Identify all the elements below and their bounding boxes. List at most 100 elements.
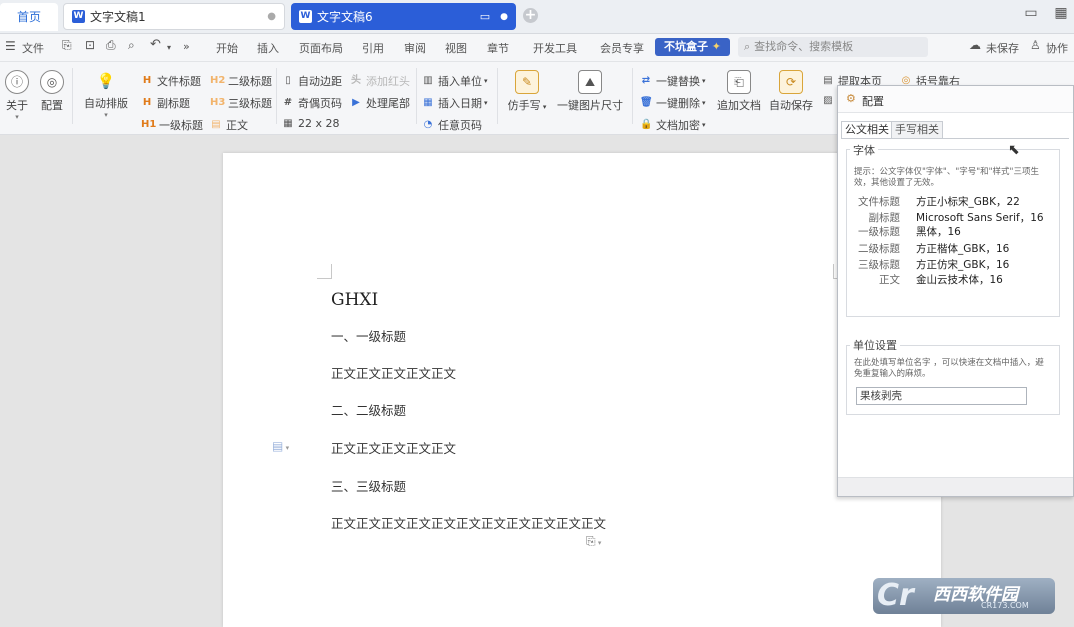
auto-layout-dropdown-icon: ▾ xyxy=(104,111,108,119)
tab-handwriting[interactable]: 手写相关 xyxy=(891,121,943,139)
unit-name-input[interactable]: 果核剥壳 xyxy=(856,387,1027,405)
insert-unit-button[interactable]: ▥ 插入单位 ▾ xyxy=(422,73,488,89)
imitate-handwriting-button[interactable]: ✎ 仿手写 ▾ xyxy=(505,70,549,113)
command-search-input[interactable]: ⌕ 查找命令、搜索模板 xyxy=(738,37,928,57)
tab-doc2[interactable]: W 文字文稿6 ▭ ● xyxy=(291,3,516,30)
font-value[interactable]: 金山云技术体，16 xyxy=(916,272,1003,287)
hash-icon: # xyxy=(283,97,293,108)
tab-close-dot-icon[interactable]: ● xyxy=(500,12,508,22)
config-label: 配置 xyxy=(41,99,63,112)
tail-marker-icon: ▶ xyxy=(352,97,360,108)
calendar-icon: ▦ xyxy=(423,97,433,108)
dropdown-icon: ▾ xyxy=(702,121,706,129)
menu-item-review[interactable]: 审阅 xyxy=(404,40,426,56)
menu-item-box-tab[interactable]: 不坑盒子 ✦ xyxy=(655,38,730,56)
font-value[interactable]: Microsoft Sans Serif，16 xyxy=(916,210,1044,225)
image-size-button[interactable]: ⛰ 一键图片尺寸 xyxy=(556,70,624,113)
window-layout-icon[interactable]: ▭ xyxy=(1020,5,1042,21)
body-text-label: 正文 xyxy=(226,119,248,132)
h1-button[interactable]: H1 一级标题 xyxy=(141,117,203,133)
doc-title-text[interactable]: GHXI xyxy=(331,290,378,310)
menu-item-page-layout[interactable]: 页面布局 xyxy=(299,40,343,56)
add-header-button[interactable]: 头添加红头 xyxy=(350,73,410,89)
more-menu-button[interactable]: » xyxy=(183,40,190,53)
menu-item-start[interactable]: 开始 xyxy=(216,40,238,56)
dropdown-icon: ▾ xyxy=(702,99,706,107)
tab-doc1[interactable]: W 文字文稿1 ● xyxy=(63,3,285,30)
sub-title-label: 副标题 xyxy=(157,97,190,110)
print-icon[interactable]: ⎙ xyxy=(106,38,116,53)
imitate-handwriting-label: 仿手写 xyxy=(507,99,541,112)
h2-button[interactable]: H2 二级标题 xyxy=(210,73,272,89)
undo-dropdown-icon[interactable]: ▾ xyxy=(167,43,171,52)
separator xyxy=(72,68,73,124)
menu-item-member[interactable]: 会员专享 xyxy=(600,40,644,56)
about-button[interactable]: ⓘ 关于 ▾ xyxy=(4,70,30,121)
monitor-icon[interactable]: ▭ xyxy=(480,10,490,23)
file-menu[interactable]: 文件 xyxy=(22,40,44,56)
grid-apps-icon[interactable]: ▦ xyxy=(1050,5,1072,21)
config-button[interactable]: ◎ 配置 xyxy=(38,70,66,113)
tab-home[interactable]: 首页 xyxy=(0,3,58,31)
doc-heading-1[interactable]: 一、一级标题 xyxy=(331,326,406,345)
handle-tail-button[interactable]: ▶ 处理尾部 xyxy=(350,95,410,111)
tab-close-dot-icon[interactable]: ● xyxy=(267,11,276,22)
auto-margin-button[interactable]: ▯ 自动边距 xyxy=(282,73,342,89)
doc-heading-3[interactable]: 三、三级标题 xyxy=(331,476,406,495)
paste-options-icon[interactable]: ⎘ ▾ xyxy=(586,534,601,549)
doc-body-3[interactable]: 正文正文正文正文正文正文正文正文正文正文正文 xyxy=(331,513,606,532)
odd-even-page-button[interactable]: # 奇偶页码 xyxy=(282,95,342,111)
menu-item-chapter[interactable]: 章节 xyxy=(487,40,509,56)
menu-item-insert[interactable]: 插入 xyxy=(257,40,279,56)
any-page-number-button[interactable]: ◔ 任意页码 xyxy=(422,117,482,133)
doc-encrypt-button[interactable]: 🔒 文档加密 ▾ xyxy=(640,117,706,133)
one-click-replace-button[interactable]: ⇄ 一键替换 ▾ xyxy=(640,73,706,89)
h3-label: 三级标题 xyxy=(228,97,272,110)
append-doc-button[interactable]: ⎗ 追加文档 xyxy=(716,70,762,113)
tab-doc1-label: 文字文稿1 xyxy=(90,10,146,24)
body-text-button[interactable]: ▤ 正文 xyxy=(210,117,248,133)
export-icon[interactable]: ⊡ xyxy=(85,38,95,52)
watermark-url: CR173.COM xyxy=(981,601,1029,610)
page-corner-mark xyxy=(317,264,332,279)
document-page[interactable] xyxy=(223,153,941,627)
menu-item-view[interactable]: 视图 xyxy=(445,40,467,56)
save-icon[interactable]: ⎘ xyxy=(62,38,72,53)
font-group-legend: 字体 xyxy=(850,142,878,158)
h2-label: 二级标题 xyxy=(228,75,272,88)
auto-save-button[interactable]: ⟳ 自动保存 xyxy=(768,70,814,113)
doc-body-2[interactable]: 正文正文正文正文正文 xyxy=(331,438,456,457)
font-value[interactable]: 黑体，16 xyxy=(916,224,961,239)
replace-icon: ⇄ xyxy=(641,75,651,86)
lightbulb-icon: 💡 xyxy=(96,72,116,90)
unit-hint-text: 在此处填写单位名字 ，可以快速在文档中插入，避免重复输入的麻烦。 xyxy=(854,358,1044,379)
watermark-c-logo: Cr xyxy=(877,578,914,613)
sub-title-button[interactable]: H 副标题 xyxy=(141,95,190,111)
separator xyxy=(497,68,498,124)
undo-icon[interactable]: ↶ xyxy=(150,37,161,52)
unsaved-status[interactable]: 未保存 xyxy=(986,40,1019,56)
preview-icon[interactable]: ⌕ xyxy=(128,38,135,53)
font-value[interactable]: 方正楷体_GBK，16 xyxy=(916,241,1009,256)
dropdown-icon: ▾ xyxy=(484,77,488,85)
paragraph-menu-icon[interactable]: ▤ ▾ xyxy=(272,439,289,453)
new-tab-button[interactable]: + xyxy=(523,8,538,23)
grid-size-button[interactable]: ▦ 22 x 28 xyxy=(282,117,339,130)
tab-official-doc[interactable]: 公文相关 xyxy=(841,121,893,139)
one-click-delete-button[interactable]: 🗑 一键删除 ▾ xyxy=(640,95,706,111)
doc-title-button[interactable]: H 文件标题 xyxy=(141,73,201,89)
menu-item-reference[interactable]: 引用 xyxy=(362,40,384,56)
panel-footer xyxy=(838,477,1073,496)
hamburger-icon[interactable]: ☰ xyxy=(5,39,16,53)
auto-layout-button[interactable]: 💡 自动排版 ▾ xyxy=(82,70,130,119)
append-doc-label: 追加文档 xyxy=(717,99,761,112)
extract-image-icon-button[interactable]: ▨ xyxy=(822,95,838,107)
collab-button[interactable]: 协作 xyxy=(1046,40,1068,56)
font-value[interactable]: 方正小标宋_GBK，22 xyxy=(916,194,1020,209)
doc-body-1[interactable]: 正文正文正文正文正文 xyxy=(331,363,456,382)
font-value[interactable]: 方正仿宋_GBK，16 xyxy=(916,257,1009,272)
h3-button[interactable]: H3 三级标题 xyxy=(210,95,272,111)
doc-heading-2[interactable]: 二、二级标题 xyxy=(331,400,406,419)
menu-item-dev-tools[interactable]: 开发工具 xyxy=(533,40,577,56)
insert-date-button[interactable]: ▦ 插入日期 ▾ xyxy=(422,95,487,111)
